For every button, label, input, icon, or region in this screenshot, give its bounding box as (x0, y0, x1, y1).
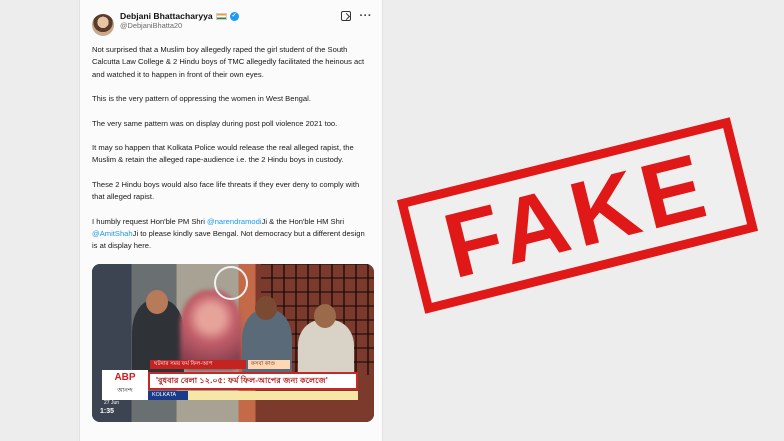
paragraph-4: It may so happen that Kolkata Police wou… (92, 143, 354, 165)
tweet-text: Not surprised that a Muslim boy allegedl… (92, 44, 372, 253)
paragraph-6-text-b: Ji & the Hon'ble HM Shri (261, 216, 345, 226)
ticker-small-secondary: কসবা কাণ্ড (248, 360, 290, 369)
tweet-header: Debjani Bhattacharyya ✓ @DebjaniBhatta20… (92, 10, 372, 44)
highlight-circle (214, 266, 248, 300)
paragraph-6-text-a: I humbly request Hon'ble PM Shri (92, 216, 207, 226)
paragraph-6: I humbly request Hon'ble PM Shri @narend… (92, 216, 366, 253)
ticker-small: ঘটনার সময় ফর্ম ফিল-আপ (150, 360, 246, 369)
news-headline: 'বুধবার বেলা ১২.০৫: ফর্ম ফিল-আপের জন্য ক… (148, 372, 358, 390)
blurred-figure (180, 290, 242, 370)
channel-logo: ABP আনন্দ (102, 370, 148, 400)
mention-narendramodi[interactable]: @narendramodi (207, 217, 262, 226)
bottom-strip (188, 391, 358, 400)
date-tag: 27 Jun (104, 400, 120, 406)
grok-icon[interactable] (340, 11, 351, 21)
verified-badge-icon: ✓ (229, 12, 239, 22)
location-tag: KOLKATA (148, 391, 188, 400)
mention-amitshah[interactable]: @AmitShah (92, 229, 133, 238)
video-player[interactable]: ঘটনার সময় ফর্ম ফিল-আপ কসবা কাণ্ড ABP আন… (92, 264, 374, 422)
india-flag-icon (215, 13, 227, 21)
more-icon[interactable]: ··· (360, 11, 373, 22)
avatar[interactable] (92, 14, 114, 36)
paragraph-1: Not surprised that a Muslim boy allegedl… (92, 45, 365, 79)
fake-stamp: FAKE (396, 117, 759, 314)
header-actions: ··· (340, 11, 373, 22)
paragraph-5: These 2 Hindu boys would also face life … (92, 179, 360, 202)
handle[interactable]: @DebjaniBhatta20 (120, 21, 341, 31)
paragraph-3: The very same pattern was on display dur… (92, 118, 338, 128)
video-duration: 1:35 (100, 408, 115, 415)
channel-sub: আনন্দ (117, 388, 133, 394)
paragraph-2: This is the very pattern of oppressing t… (92, 94, 311, 104)
author-block: Debjani Bhattacharyya ✓ @DebjaniBhatta20 (120, 11, 341, 31)
paragraph-6-text-c: Ji to please kindly save Bengal. Not dem… (92, 229, 365, 251)
fake-stamp-text: FAKE (434, 133, 721, 298)
channel-name: ABP (114, 372, 136, 383)
